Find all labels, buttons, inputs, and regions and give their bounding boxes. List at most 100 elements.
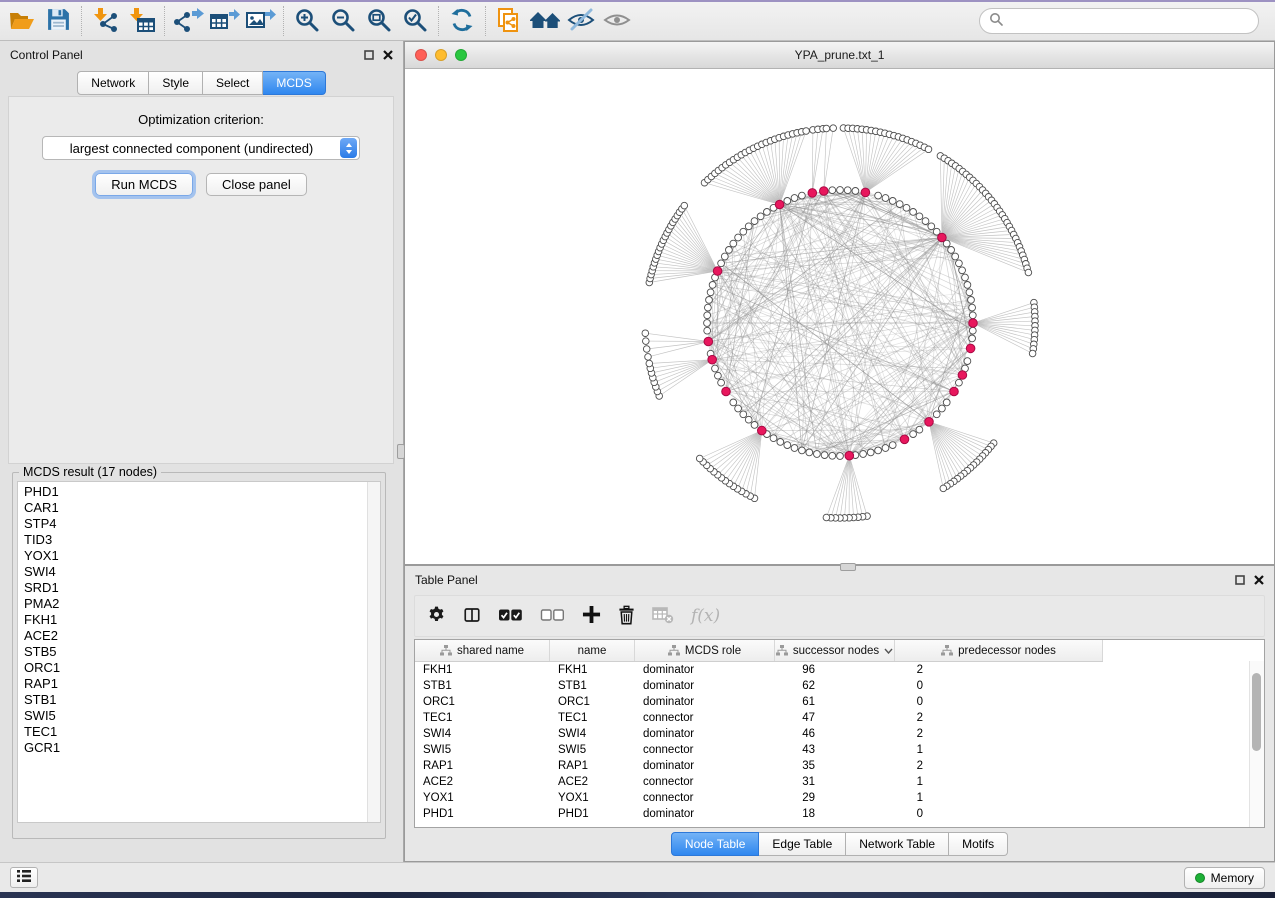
toolbar-separator — [485, 6, 486, 36]
export-table-icon — [209, 7, 240, 36]
hide-selected-button[interactable] — [563, 4, 599, 38]
save-session-button[interactable] — [40, 4, 76, 38]
table-row[interactable]: STB1STB1dominator620 — [415, 678, 1264, 694]
mcds-result-item[interactable]: ACE2 — [24, 628, 366, 644]
control-panel-tabs: NetworkStyleSelectMCDS — [0, 71, 403, 95]
zoom-out-button[interactable] — [325, 4, 361, 38]
mcds-result-item[interactable]: ORC1 — [24, 660, 366, 676]
window-close-button[interactable] — [415, 49, 427, 61]
memory-button[interactable]: Memory — [1184, 867, 1265, 889]
search-input[interactable] — [1008, 13, 1258, 29]
zoom-fit-icon — [366, 7, 392, 36]
import-table-icon — [126, 7, 156, 36]
mcds-result-groupbox: MCDS result (17 nodes) PHD1CAR1STP4TID3Y… — [12, 465, 386, 839]
horizontal-splitter[interactable] — [840, 563, 856, 571]
status-bar: Memory — [0, 862, 1275, 892]
table-tab-edge-table[interactable]: Edge Table — [759, 832, 846, 856]
close-panel-icon[interactable] — [1254, 575, 1264, 585]
column-header-successor-nodes[interactable]: successor nodes — [775, 640, 895, 661]
close-panel-button[interactable]: Close panel — [206, 173, 307, 196]
table-panel-tabs: Node TableEdge TableNetwork TableMotifs — [405, 832, 1274, 856]
table-body: FKH1FKH1dominator962STB1STB1dominator620… — [415, 662, 1264, 822]
delete-table-button[interactable] — [652, 606, 674, 627]
scrollbar-thumb[interactable] — [1252, 673, 1261, 751]
memory-button-label: Memory — [1211, 871, 1254, 885]
zoom-fit-button[interactable] — [361, 4, 397, 38]
export-table-button[interactable] — [206, 4, 242, 38]
window-zoom-button[interactable] — [455, 49, 467, 61]
zoom-selected-button[interactable] — [397, 4, 433, 38]
clone-network-button[interactable] — [491, 4, 527, 38]
mcds-result-item[interactable]: PHD1 — [24, 484, 366, 500]
mcds-result-item[interactable]: RAP1 — [24, 676, 366, 692]
tab-network[interactable]: Network — [77, 71, 149, 95]
mcds-result-item[interactable]: FKH1 — [24, 612, 366, 628]
table-row[interactable]: SWI5SWI5connector431 — [415, 742, 1264, 758]
table-row[interactable]: FKH1FKH1dominator962 — [415, 662, 1264, 678]
delete-column-button[interactable] — [618, 605, 635, 628]
column-visibility-button[interactable] — [463, 606, 481, 627]
import-network-button[interactable] — [87, 4, 123, 38]
show-all-button[interactable] — [599, 4, 635, 38]
mcds-result-item[interactable]: SWI4 — [24, 564, 366, 580]
function-icon: f(x) — [691, 606, 720, 626]
import-table-button[interactable] — [123, 4, 159, 38]
table-row[interactable]: RAP1RAP1dominator352 — [415, 758, 1264, 774]
refresh-view-button[interactable] — [444, 4, 480, 38]
table-tab-node-table[interactable]: Node Table — [671, 832, 760, 856]
run-mcds-button[interactable]: Run MCDS — [95, 173, 193, 196]
column-header-predecessor-nodes[interactable]: predecessor nodes — [895, 640, 1103, 661]
mcds-result-item[interactable]: TEC1 — [24, 724, 366, 740]
zoom-in-button[interactable] — [289, 4, 325, 38]
network-canvas[interactable] — [405, 68, 1274, 564]
desktop-background — [0, 892, 1275, 898]
tab-mcds[interactable]: MCDS — [263, 71, 325, 95]
column-header-name[interactable]: name — [550, 640, 635, 661]
vertical-splitter[interactable] — [397, 444, 405, 459]
add-column-button[interactable] — [582, 605, 601, 627]
mcds-result-item[interactable]: SRD1 — [24, 580, 366, 596]
mcds-result-item[interactable]: GCR1 — [24, 740, 366, 756]
table-tab-motifs[interactable]: Motifs — [949, 832, 1008, 856]
mcds-result-list[interactable]: PHD1CAR1STP4TID3YOX1SWI4SRD1PMA2FKH1ACE2… — [17, 481, 381, 823]
tab-style[interactable]: Style — [149, 71, 203, 95]
mcds-result-item[interactable]: STB5 — [24, 644, 366, 660]
table-row[interactable]: TEC1TEC1connector472 — [415, 710, 1264, 726]
float-panel-icon[interactable] — [364, 50, 374, 60]
table-tab-network-table[interactable]: Network Table — [846, 832, 949, 856]
mcds-result-item[interactable]: TID3 — [24, 532, 366, 548]
table-row[interactable]: ORC1ORC1dominator610 — [415, 694, 1264, 710]
mcds-result-item[interactable]: STP4 — [24, 516, 366, 532]
table-row[interactable]: SWI4SWI4dominator462 — [415, 726, 1264, 742]
optimization-select[interactable]: largest connected component (undirected) — [42, 136, 360, 160]
table-panel-title: Table Panel — [415, 573, 478, 587]
mcds-result-item[interactable]: YOX1 — [24, 548, 366, 564]
export-network-button[interactable] — [170, 4, 206, 38]
export-image-button[interactable] — [242, 4, 278, 38]
float-panel-icon[interactable] — [1235, 575, 1245, 585]
search-icon — [989, 12, 1003, 31]
mcds-result-item[interactable]: CAR1 — [24, 500, 366, 516]
open-session-button[interactable] — [4, 4, 40, 38]
window-minimize-button[interactable] — [435, 49, 447, 61]
function-builder-button[interactable]: f(x) — [691, 606, 720, 626]
node-table: shared namenameMCDS rolesuccessor nodesp… — [414, 639, 1265, 828]
column-header-mcds-role[interactable]: MCDS role — [635, 640, 775, 661]
select-all-rows-button[interactable] — [498, 608, 523, 625]
close-panel-icon[interactable] — [383, 50, 393, 60]
export-network-icon — [173, 7, 204, 36]
table-row[interactable]: YOX1YOX1connector291 — [415, 790, 1264, 806]
tab-select[interactable]: Select — [203, 71, 263, 95]
column-header-shared-name[interactable]: shared name — [415, 640, 550, 661]
application-window: Control Panel NetworkStyleSelectMCDS Opt… — [0, 0, 1275, 898]
table-row[interactable]: ACE2ACE2connector311 — [415, 774, 1264, 790]
table-scrollbar[interactable] — [1249, 661, 1264, 827]
mcds-result-item[interactable]: STB1 — [24, 692, 366, 708]
table-row[interactable]: PHD1PHD1dominator180 — [415, 806, 1264, 822]
mcds-result-item[interactable]: SWI5 — [24, 708, 366, 724]
mcds-result-item[interactable]: PMA2 — [24, 596, 366, 612]
first-neighbors-button[interactable] — [527, 4, 563, 38]
deselect-all-rows-button[interactable] — [540, 608, 565, 625]
table-settings-gear-button[interactable] — [427, 605, 446, 627]
task-history-button[interactable] — [10, 867, 38, 888]
